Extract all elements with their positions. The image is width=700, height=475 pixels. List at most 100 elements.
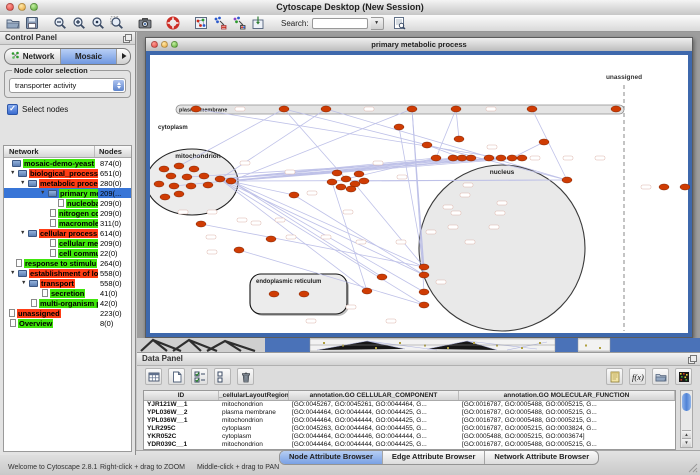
zoom-fit-icon[interactable]: [91, 16, 105, 30]
network-node[interactable]: [299, 291, 309, 297]
attribute-table-icon[interactable]: [145, 368, 162, 385]
column-header-0[interactable]: ID: [144, 391, 219, 400]
tab-mosaic[interactable]: Mosaic: [61, 49, 117, 64]
zoom-out-icon[interactable]: [53, 16, 67, 30]
network-node[interactable]: [191, 106, 201, 112]
formula-builder-icon[interactable]: f(x): [629, 368, 646, 385]
tree-expand-icon[interactable]: ▼: [40, 188, 48, 198]
network-node[interactable]: [394, 124, 404, 130]
network-node[interactable]: [166, 173, 176, 179]
tab-edge-attribute-browser[interactable]: Edge Attribute Browser: [383, 451, 485, 464]
network-node[interactable]: [539, 139, 549, 145]
network-node[interactable]: [279, 106, 289, 112]
network-node[interactable]: [234, 247, 244, 253]
tree-expand-icon[interactable]: ▼: [10, 168, 18, 178]
search-input[interactable]: [312, 18, 368, 29]
network-overview-icon[interactable]: [194, 16, 208, 30]
column-header-2[interactable]: annotation.GO CELLULAR_COMPONENT: [289, 391, 459, 400]
table-row[interactable]: YLR295Ccytoplasm[GO:0045263, GO:0044464,…: [144, 425, 675, 433]
network-node[interactable]: [422, 142, 432, 148]
tree-column-network[interactable]: Network: [4, 146, 95, 157]
network-node[interactable]: [562, 177, 572, 183]
tree-row-metabolic-process[interactable]: ▼metabolic process280(0): [4, 178, 131, 188]
network-view-window[interactable]: primary metabolic process unassignednucl…: [145, 37, 693, 338]
tree-row-cellular-metabol[interactable]: cellular metabol209(0): [4, 238, 131, 248]
network-node[interactable]: [419, 289, 429, 295]
table-row[interactable]: YPL036W__1mitochondrion[GO:0044464, GO:0…: [144, 417, 675, 425]
network-node[interactable]: [186, 183, 196, 189]
network-node[interactable]: [419, 264, 429, 270]
network-node[interactable]: [611, 106, 621, 112]
table-row[interactable]: YJR121W__1mitochondrion[GO:0045267, GO:0…: [144, 401, 675, 409]
network-node[interactable]: [289, 192, 299, 198]
network-node[interactable]: [448, 155, 458, 161]
scroll-down-icon[interactable]: ▼: [682, 438, 691, 447]
network-node[interactable]: [203, 182, 213, 188]
column-header-1[interactable]: _cellularLayoutRegion: [219, 391, 289, 400]
network-node[interactable]: [457, 155, 467, 161]
network-node[interactable]: [266, 236, 276, 242]
network-node[interactable]: [182, 174, 192, 180]
network-node[interactable]: [174, 191, 184, 197]
network-node[interactable]: [659, 184, 669, 190]
network-node[interactable]: [354, 171, 364, 177]
network-node[interactable]: [154, 181, 164, 187]
tree-row-cell-communicat[interactable]: cell communicat22(0): [4, 248, 131, 258]
float-data-panel-icon[interactable]: [688, 355, 696, 363]
network-node[interactable]: [451, 106, 461, 112]
network-node[interactable]: [341, 176, 351, 182]
new-attribute-icon[interactable]: [168, 368, 185, 385]
resize-grip-icon[interactable]: [688, 463, 698, 473]
network-node[interactable]: [327, 179, 337, 185]
network-node[interactable]: [332, 170, 342, 176]
network-node[interactable]: [196, 221, 206, 227]
tree-expand-icon[interactable]: ▼: [20, 228, 28, 238]
network-node[interactable]: [321, 106, 331, 112]
tree-row-cellular-process[interactable]: ▼cellular process614(0): [4, 228, 131, 238]
network-node[interactable]: [269, 291, 279, 297]
tree-expand-icon[interactable]: ▼: [10, 268, 18, 278]
network-node[interactable]: [159, 166, 169, 172]
network-node[interactable]: [496, 155, 506, 161]
network-window-titlebar[interactable]: primary metabolic process: [146, 38, 692, 52]
save-session-icon[interactable]: [25, 16, 39, 30]
float-panel-icon[interactable]: [123, 34, 131, 42]
network-node[interactable]: [359, 178, 369, 184]
annotation-report-icon[interactable]: [606, 368, 623, 385]
tree-row-nucleobase-con[interactable]: nucleobase-con209(0): [4, 198, 131, 208]
tab-scroll-right[interactable]: [117, 49, 130, 64]
tab-network[interactable]: Network: [5, 49, 61, 64]
help-ring-icon[interactable]: [166, 16, 180, 30]
unselect-attributes-icon[interactable]: [214, 368, 231, 385]
network-node[interactable]: [189, 166, 199, 172]
node-color-dropdown[interactable]: transporter activity: [9, 78, 126, 93]
network-node[interactable]: [466, 155, 476, 161]
scrollbar-thumb[interactable]: [682, 393, 691, 411]
network-node[interactable]: [199, 173, 209, 179]
network-node[interactable]: [362, 288, 372, 294]
layout-partition-icon[interactable]: [213, 16, 227, 30]
open-file-icon[interactable]: [6, 16, 20, 30]
tree-row-multi-organism-pro[interactable]: multi-organism pro42(0): [4, 298, 131, 308]
zoom-in-icon[interactable]: [72, 16, 86, 30]
network-node[interactable]: [407, 106, 417, 112]
delete-attribute-icon[interactable]: [237, 368, 254, 385]
tree-row-mosaic-demo-yeast[interactable]: mosaic-demo-yeast874(0): [4, 158, 131, 168]
tree-row-macromolecule[interactable]: macromolecule311(0): [4, 218, 131, 228]
network-node[interactable]: [174, 163, 184, 169]
tab-network-attribute-browser[interactable]: Network Attribute Browser: [485, 451, 598, 464]
network-canvas[interactable]: unassignednucleusmitochondrionendoplasmi…: [146, 51, 692, 337]
import-annotation-icon[interactable]: [251, 16, 265, 30]
tree-row-transport[interactable]: ▼transport558(0): [4, 278, 131, 288]
zoom-selected-icon[interactable]: [110, 16, 124, 30]
column-header-3[interactable]: annotation.GO MOLECULAR_FUNCTION: [459, 391, 675, 400]
tree-row-overview[interactable]: Overview8(0): [4, 318, 131, 328]
search-dropdown-arrow-icon[interactable]: ▼: [371, 17, 384, 30]
import-attributes-icon[interactable]: [652, 368, 669, 385]
advanced-search-icon[interactable]: [392, 16, 406, 30]
tree-row-nitrogen-compo[interactable]: nitrogen compo209(0): [4, 208, 131, 218]
attribute-table-scrollbar[interactable]: ▲ ▼: [680, 390, 693, 448]
network-node[interactable]: [680, 184, 690, 190]
network-node[interactable]: [454, 136, 464, 142]
tree-row-establishment-of-lo[interactable]: ▼establishment of lo558(0): [4, 268, 131, 278]
